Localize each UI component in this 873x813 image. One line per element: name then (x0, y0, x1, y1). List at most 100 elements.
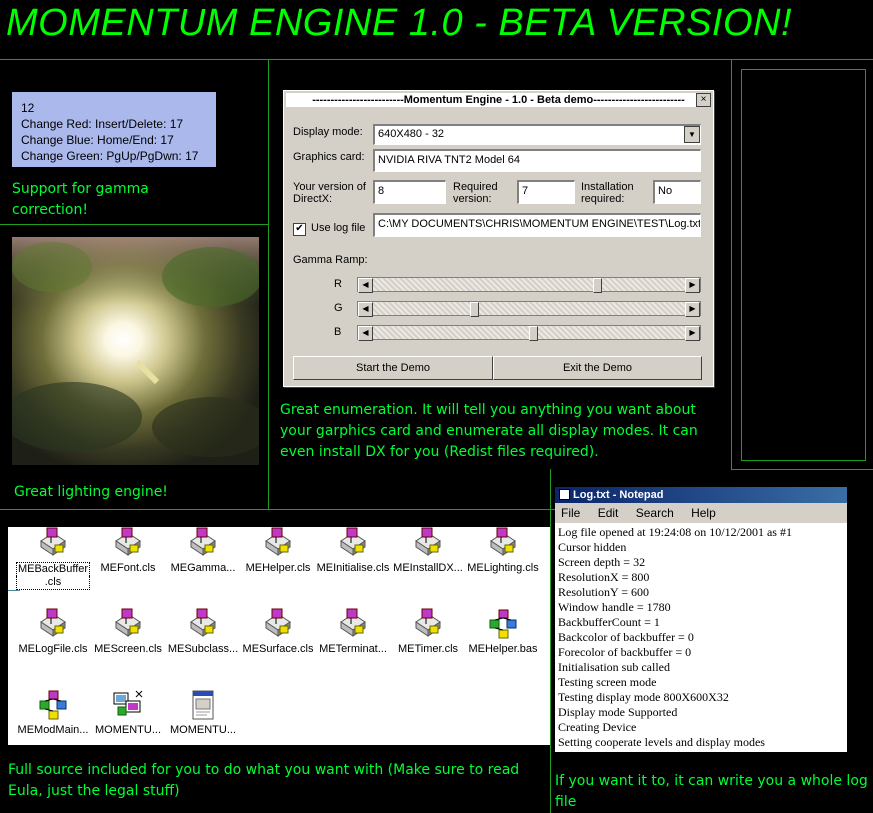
start-demo-button[interactable]: Start the Demo (293, 356, 493, 380)
close-icon[interactable]: × (696, 93, 711, 107)
log-line: Backcolor of backbuffer = 0 (558, 630, 694, 644)
file-item[interactable]: MELighting.cls (466, 527, 540, 575)
vb-class-icon (37, 527, 69, 559)
log-line: Window handle = 1780 (558, 600, 671, 614)
gamma-line: Change Red: Insert/Delete: 17 (21, 117, 184, 131)
vb-class-icon (262, 527, 294, 559)
file-name: METerminat... (319, 643, 387, 655)
divider (0, 224, 268, 225)
dialog-titlebar[interactable]: -------------------------Momentum Engine… (286, 93, 711, 107)
focus-marker (8, 590, 20, 591)
green-gamma-slider[interactable]: ◀ ▶ (357, 301, 701, 317)
vb-class-icon (37, 608, 69, 640)
your-version-field[interactable]: 8 (373, 180, 446, 204)
file-item[interactable]: MEBackBuffer .cls (16, 527, 90, 590)
menu-search[interactable]: Search (636, 506, 674, 520)
log-line: Forecolor of backbuffer = 0 (558, 645, 692, 659)
display-mode-select[interactable]: 640X480 - 32 ▼ (373, 124, 701, 145)
text-document-icon (187, 689, 219, 721)
required-version-label-line: Required (453, 181, 498, 193)
file-item[interactable]: METerminat... (316, 608, 390, 656)
log-line: Screen depth = 32 (558, 555, 646, 569)
slider-thumb[interactable] (593, 278, 603, 293)
file-item[interactable]: MEInitialise.cls (316, 527, 390, 575)
file-name: MEHelper.bas (468, 643, 538, 655)
file-name: MEScreen.cls (94, 643, 162, 655)
file-item[interactable]: MESubclass... (166, 608, 240, 656)
your-version-label: Your version of DirectX: (293, 181, 366, 205)
menu-help[interactable]: Help (691, 506, 716, 520)
required-version-field[interactable]: 7 (517, 180, 575, 204)
file-name: .cls (16, 576, 90, 590)
slider-thumb[interactable] (528, 326, 538, 341)
file-name: MEBackBuffer (16, 562, 90, 576)
menu-edit[interactable]: Edit (598, 506, 619, 520)
file-item[interactable]: MELogFile.cls (16, 608, 90, 656)
installation-required-field[interactable]: No (653, 180, 701, 204)
file-name: MEFont.cls (100, 562, 156, 574)
gamma-line: 12 (21, 101, 35, 115)
notepad-menubar: File Edit Search Help (555, 503, 847, 523)
log-line: BackbufferCount = 1 (558, 615, 660, 629)
exit-demo-button[interactable]: Exit the Demo (493, 356, 702, 380)
chevron-down-icon[interactable]: ▼ (684, 126, 700, 143)
log-line: Testing display mode 800X600X32 (558, 690, 729, 704)
gamma-info-panel: 12 Change Red: Insert/Delete: 17 Change … (12, 92, 216, 167)
caption-logfile: If you want it to, it can write you a wh… (555, 773, 868, 810)
menu-file[interactable]: File (561, 506, 580, 520)
file-item[interactable]: MEHelper.cls (241, 527, 315, 575)
file-item[interactable]: METimer.cls (391, 608, 465, 656)
graphics-card-field[interactable]: NVIDIA RIVA TNT2 Model 64 (373, 149, 701, 172)
file-name: MEInstallDX... (393, 562, 463, 574)
log-line: Display mode Supported (558, 705, 678, 719)
vb-class-icon (262, 608, 294, 640)
file-name: MEGamma... (170, 562, 236, 574)
notepad-titlebar[interactable]: Log.txt - Notepad (555, 487, 847, 503)
divider (731, 469, 873, 470)
g-label: G (334, 302, 343, 314)
arrow-left-icon[interactable]: ◀ (358, 278, 373, 293)
arrow-right-icon[interactable]: ▶ (685, 326, 700, 341)
blue-gamma-slider[interactable]: ◀ ▶ (357, 325, 701, 341)
arrow-right-icon[interactable]: ▶ (685, 278, 700, 293)
divider (0, 509, 555, 510)
b-label: B (334, 326, 342, 338)
file-name: MESubclass... (167, 643, 239, 655)
file-list-pane: MEBackBuffer .cls MEFont.cls MEGamma... MEHe… (8, 527, 550, 745)
page-title: MOMENTUM ENGINE 1.0 - BETA VERSION! (6, 2, 793, 44)
file-item[interactable]: MEHelper.bas (466, 608, 540, 656)
divider (550, 469, 551, 813)
installation-required-label-line: Installation (581, 181, 634, 193)
display-mode-label: Display mode: (293, 126, 363, 138)
red-gamma-slider[interactable]: ◀ ▶ (357, 277, 701, 293)
notepad-title: Log.txt - Notepad (573, 489, 664, 501)
slider-thumb[interactable] (469, 302, 479, 317)
notepad-icon (559, 489, 570, 500)
notepad-text-area[interactable]: Log file opened at 19:24:08 on 10/12/200… (558, 525, 846, 750)
dialog-title: -------------------------Momentum Engine… (312, 94, 685, 106)
log-line: ResolutionY = 600 (558, 585, 649, 599)
file-name: MESurface.cls (242, 643, 314, 655)
graphics-card-label: Graphics card: (293, 151, 365, 163)
file-item[interactable]: MEFont.cls (91, 527, 165, 575)
file-item[interactable]: MEGamma... (166, 527, 240, 575)
file-item[interactable]: MOMENTU... (91, 689, 165, 737)
log-path-field[interactable]: C:\MY DOCUMENTS\CHRIS\MOMENTUM ENGINE\TE… (373, 213, 701, 237)
vb-class-icon (487, 527, 519, 559)
arrow-left-icon[interactable]: ◀ (358, 302, 373, 317)
file-item[interactable]: MEModMain... (16, 689, 90, 737)
file-item[interactable]: MOMENTU... (166, 689, 240, 737)
vb-module-icon (37, 689, 69, 721)
file-item[interactable]: MEInstallDX... (391, 527, 465, 575)
notepad-window: Log.txt - Notepad File Edit Search Help … (555, 487, 847, 752)
arrow-left-icon[interactable]: ◀ (358, 326, 373, 341)
file-item[interactable]: MEScreen.cls (91, 608, 165, 656)
momentum-dialog: -------------------------Momentum Engine… (283, 90, 714, 387)
log-line: Log file opened at 19:24:08 on 10/12/200… (558, 525, 792, 539)
file-name: MOMENTU... (95, 724, 161, 736)
required-version-label: Required version: (453, 181, 498, 205)
use-log-checkbox[interactable]: ✔ (293, 223, 306, 236)
your-version-label-line: DirectX: (293, 193, 333, 205)
file-item[interactable]: MESurface.cls (241, 608, 315, 656)
arrow-right-icon[interactable]: ▶ (685, 302, 700, 317)
